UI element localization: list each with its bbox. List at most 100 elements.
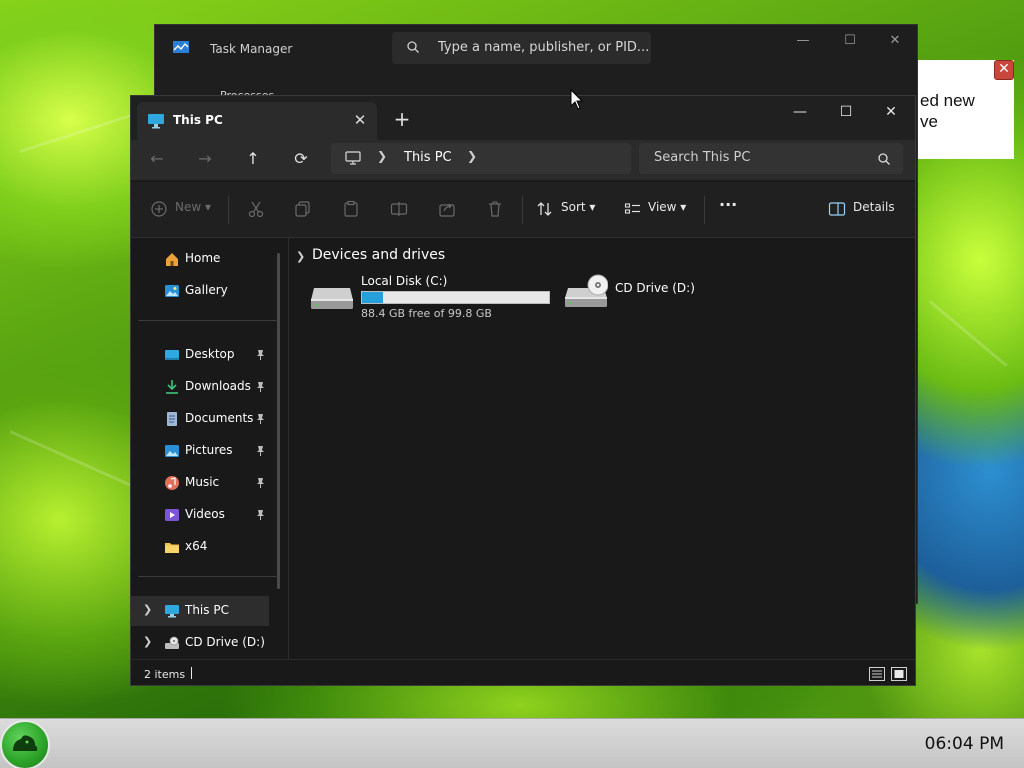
command-toolbar: New ▾ Sort ▾ View ▾ ··· Details [131,182,915,238]
pin-icon[interactable] [255,445,266,456]
toolbar-divider [704,196,705,224]
new-button[interactable]: New ▾ [175,200,211,214]
content-pane: ❯ Devices and drives Local Disk (C:) 88.… [290,238,915,659]
cd-drive-icon [165,636,179,649]
forward-button[interactable]: → [191,147,219,171]
tm-minimize-button[interactable]: — [788,33,818,53]
group-header-devices[interactable]: Devices and drives [312,247,445,263]
downloads-icon [166,380,178,394]
chevron-right-icon[interactable]: ❯ [143,635,152,648]
notification-text: ed new ve [920,91,975,131]
task-manager-search-input[interactable]: Type a name, publisher, or PID... [392,32,651,64]
sidebar-item-label: Gallery [185,283,228,297]
cd-drive-icon [565,274,608,307]
notification-close-button[interactable]: ✕ [994,60,1014,80]
view-icon [624,203,640,214]
sidebar-item-label: Documents [185,411,254,425]
cut-icon[interactable] [247,200,265,218]
drive-name: Local Disk (C:) [361,274,448,288]
breadcrumb-chevron-icon[interactable]: ❯ [467,149,477,163]
tab-close-button[interactable]: ✕ [349,109,371,131]
sidebar-item-cd-drive[interactable]: ❯ CD Drive (D:) [131,628,269,658]
sidebar-item-videos[interactable]: Videos [131,500,269,530]
start-menu-button[interactable] [0,720,50,768]
file-explorer-window[interactable]: This PC ✕ + — ☐ ✕ ← → ↑ ⟳ ❯ This PC ❯ Se… [130,95,916,686]
address-bar[interactable]: ❯ This PC ❯ [331,143,631,174]
tab-label: This PC [173,113,223,127]
navigation-pane-scrollbar[interactable] [277,253,280,589]
details-view-toggle[interactable] [869,667,885,681]
delete-icon[interactable] [486,200,504,218]
share-icon[interactable] [438,200,456,218]
disk-usage-fill [362,292,384,303]
paste-icon[interactable] [342,200,360,218]
tm-maximize-button[interactable]: ☐ [835,33,865,53]
breadcrumb-this-pc[interactable]: This PC [404,150,452,165]
large-icons-view-toggle[interactable] [891,667,907,681]
sidebar-item-label: Home [185,251,221,265]
pin-icon[interactable] [255,381,266,392]
copy-icon[interactable] [294,200,312,218]
drive-tile-local-disk[interactable]: Local Disk (C:) 88.4 GB free of 99.8 GB [310,274,552,322]
clock[interactable]: 06:04 PM [925,734,1004,754]
sidebar-item-this-pc[interactable]: ❯ This PC [131,596,269,626]
more-options-button[interactable]: ··· [719,195,737,214]
sidebar-item-pictures[interactable]: Pictures [131,436,269,466]
tm-close-button[interactable]: ✕ [880,33,910,53]
search-input[interactable]: Search This PC [639,143,903,174]
back-button[interactable]: ← [143,147,171,171]
sidebar-divider [138,320,278,321]
taskbar: 06:04 PM [0,718,1024,768]
music-icon [165,476,179,490]
sidebar-item-x64[interactable]: x64 [131,532,269,562]
drive-free-space: 88.4 GB free of 99.8 GB [361,307,492,320]
status-divider [191,667,192,679]
chevron-down-icon[interactable]: ❯ [296,250,305,263]
refresh-button[interactable]: ⟳ [287,147,315,171]
details-button[interactable]: Details [853,200,895,214]
view-button[interactable]: View ▾ [648,200,686,214]
up-button[interactable]: ↑ [239,147,267,171]
pictures-icon [165,445,179,457]
new-tab-button[interactable]: + [389,108,415,134]
hard-drive-icon [311,288,353,309]
sidebar-divider [138,576,278,577]
sidebar-item-label: CD Drive (D:) [185,635,265,649]
disk-usage-bar [361,291,550,304]
sidebar-item-downloads[interactable]: Downloads [131,372,269,402]
folder-icon [165,543,179,553]
pin-icon[interactable] [255,509,266,520]
chevron-right-icon[interactable]: ❯ [143,603,152,616]
sidebar-item-label: x64 [185,539,208,553]
search-placeholder: Search This PC [654,150,751,165]
task-manager-search-placeholder: Type a name, publisher, or PID... [438,40,650,55]
rename-icon[interactable] [390,200,408,218]
drive-name: CD Drive (D:) [615,281,695,295]
sidebar-item-gallery[interactable]: Gallery [131,276,269,306]
sidebar-item-desktop[interactable]: Desktop [131,340,269,370]
sidebar-item-home[interactable]: Home [131,244,269,274]
navigation-pane: Home Gallery Desktop Downloads Documents… [131,238,289,659]
maximize-button[interactable]: ☐ [823,99,869,125]
sidebar-item-documents[interactable]: Documents [131,404,269,434]
this-pc-icon [148,114,164,129]
toolbar-divider [522,196,523,224]
notification-popup: ed new ve ✕ [918,60,1014,159]
sort-label: Sort [561,200,586,214]
view-label: View [648,200,677,214]
pin-icon[interactable] [255,413,266,424]
sidebar-item-music[interactable]: Music [131,468,269,498]
toolbar-divider [228,196,229,224]
pin-icon[interactable] [255,349,266,360]
close-button[interactable]: ✕ [868,99,914,125]
item-count: 2 items [144,668,186,681]
pin-icon[interactable] [255,477,266,488]
sidebar-item-label: Pictures [185,443,233,457]
breadcrumb-chevron-icon[interactable]: ❯ [377,149,387,163]
mouse-cursor-icon [570,89,584,110]
sidebar-item-label: This PC [185,603,229,617]
sort-button[interactable]: Sort ▾ [561,200,595,214]
minimize-button[interactable]: — [777,99,823,125]
drive-tile-cd-drive[interactable]: CD Drive (D:) [564,274,724,322]
tab-this-pc[interactable]: This PC ✕ [137,102,377,140]
